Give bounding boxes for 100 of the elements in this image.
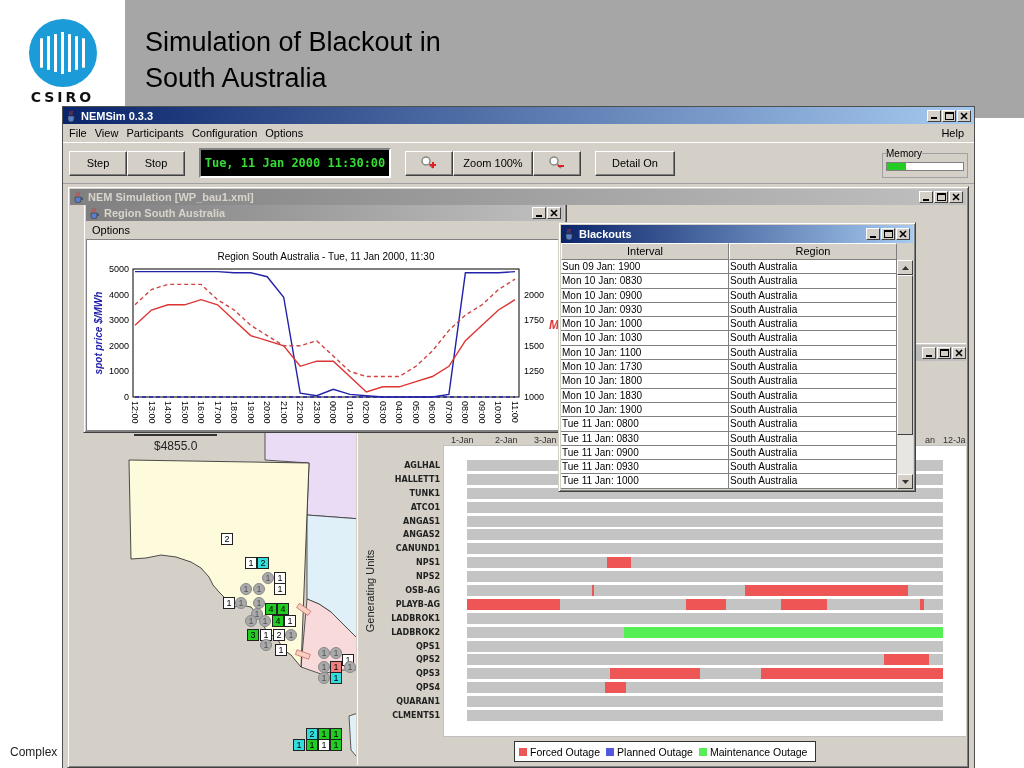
close-button[interactable] (896, 228, 910, 240)
down-arrow-icon (901, 479, 909, 484)
close-button[interactable] (949, 191, 963, 203)
tick-label: 2000 (108, 340, 129, 351)
close-button[interactable] (957, 109, 971, 122)
unit-label: ANGAS2 (403, 529, 440, 542)
tick-label: 0 (124, 392, 129, 402)
map-marker: 1 (274, 583, 286, 595)
column-header[interactable]: Interval (561, 243, 729, 260)
clock-display: Tue, 11 Jan 2000 11:30:00 (199, 148, 391, 178)
tick-label: 08:00 (460, 401, 471, 424)
table-cell: Tue 11 Jan: 0830 (561, 431, 729, 446)
logo-icon (27, 18, 98, 88)
coffee-cup-icon (564, 228, 575, 240)
map-marker: 4 (272, 615, 284, 627)
zoom-out-icon (549, 156, 565, 170)
axis-label: 3-Jan (534, 435, 557, 445)
tick-label: 19:00 (245, 401, 256, 424)
close-icon (899, 230, 907, 238)
table-cell: Sun 09 Jan: 1900 (561, 260, 729, 275)
map-marker: 1 (330, 728, 342, 740)
toolbar-button[interactable]: Detail On (595, 150, 675, 176)
toolbar-button[interactable]: Step (69, 150, 127, 176)
table-cell: Mon 10 Jan: 1000 (561, 317, 729, 332)
map-marker: 3 (247, 629, 259, 641)
tick-label: 22:00 (295, 401, 306, 424)
tick-label: 16:00 (196, 401, 207, 424)
tick-label: 18:00 (229, 401, 240, 424)
table-cell: South Australia (729, 417, 897, 432)
table-cell: South Australia (729, 402, 897, 418)
map-marker: 1 (274, 572, 286, 584)
map-marker: 1 (318, 739, 330, 751)
minimize-button[interactable] (927, 109, 941, 122)
window-title: NEMSim 0.3.3 (81, 109, 155, 122)
minimize-button[interactable] (532, 207, 546, 219)
table-cell: South Australia (729, 345, 897, 361)
map-marker: 2 (221, 533, 233, 545)
menu-item[interactable]: Help (939, 127, 970, 139)
close-button[interactable] (547, 207, 561, 219)
minimize-button[interactable] (919, 191, 933, 203)
minimize-button[interactable] (866, 228, 880, 240)
table-cell: Mon 10 Jan: 0900 (561, 288, 729, 303)
menu-item[interactable]: Options (263, 127, 310, 139)
column-header[interactable]: Region (729, 243, 897, 260)
maximize-button[interactable] (881, 228, 895, 240)
outage-segment (919, 598, 924, 610)
coffee-cup-icon (66, 109, 77, 122)
zoom-in-button[interactable] (405, 150, 453, 176)
y-axis-label: Generating Units (364, 549, 376, 633)
map-marker: 1 (306, 739, 318, 751)
table-cell: South Australia (729, 288, 897, 303)
zoom-out-button[interactable] (533, 150, 581, 176)
maximize-button[interactable] (942, 109, 956, 122)
toolbar-button[interactable]: Stop (127, 150, 185, 176)
table-cell: South Australia (729, 445, 897, 461)
map-marker: 2 (257, 557, 269, 569)
table-cell: South Australia (729, 260, 897, 275)
toolbar-button[interactable]: Zoom 100% (453, 150, 533, 176)
legend-label: Planned Outage (617, 745, 693, 758)
table-cell: Mon 10 Jan: 1900 (561, 402, 729, 418)
maximize-button[interactable] (934, 191, 948, 203)
minimize-button[interactable] (922, 347, 936, 359)
chart-title: Region South Australia - Tue, 11 Jan 2000, 11:30 (217, 251, 435, 262)
unit-label: LADBROK1 (391, 612, 440, 625)
table-cell: South Australia (729, 331, 897, 346)
table-cell: Tue 11 Jan: 0800 (561, 417, 729, 432)
maximize-button[interactable] (937, 347, 951, 359)
slide-title: Simulation of Blackout in (145, 26, 442, 59)
tick-label: 15:00 (179, 401, 190, 424)
axis-label: 12-Ja (943, 435, 966, 445)
map-marker: 1 (330, 739, 342, 751)
map-marker: 1 (318, 728, 330, 740)
tick-label: 02:00 (361, 401, 372, 424)
legend-label: Maintenance Outage (709, 745, 808, 758)
axis-label: 2-Jan (495, 435, 518, 445)
outage-segment (604, 682, 626, 694)
window-title: NEM Simulation [WP_bau1.xml] (88, 191, 255, 203)
unit-label: PLAYB-AG (395, 598, 440, 611)
menu-item[interactable]: Participants (124, 127, 190, 139)
coffee-cup-icon (89, 207, 100, 219)
menu-item[interactable]: File (67, 127, 93, 139)
table-cell: South Australia (729, 431, 897, 446)
tick-label: 3000 (108, 315, 129, 326)
unit-label: CANUND1 (395, 543, 440, 556)
unit-label: TUNK1 (409, 487, 440, 500)
table-cell: South Australia (729, 388, 897, 403)
outage-segment (607, 557, 632, 569)
tick-label: 10:00 (493, 401, 504, 424)
tick-label: 14:00 (163, 401, 174, 424)
tick-label: 5000 (108, 264, 129, 274)
axis-label: 1-Jan (451, 435, 474, 445)
unit-label: ATCO1 (410, 501, 440, 514)
menu-item[interactable]: Configuration (189, 127, 264, 139)
minimize-icon (931, 117, 937, 119)
menu-item[interactable]: Options (90, 224, 136, 236)
scrollbar[interactable] (897, 260, 913, 489)
logo-text: CSIRO (30, 89, 95, 105)
window-title: Blackouts (579, 228, 633, 240)
menu-item[interactable]: View (92, 127, 125, 139)
close-button[interactable] (952, 347, 966, 359)
